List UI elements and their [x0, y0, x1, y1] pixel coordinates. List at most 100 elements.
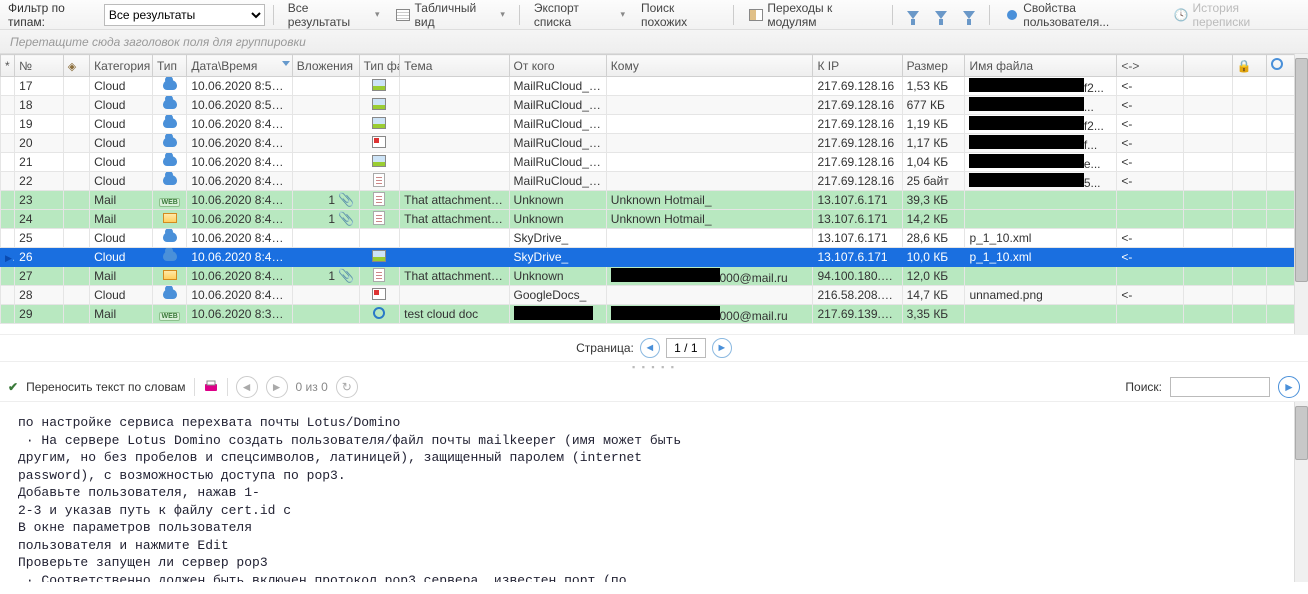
col-category[interactable]: Категория: [90, 55, 153, 77]
funnel-add-button[interactable]: [901, 9, 925, 21]
table-row[interactable]: 29MailWEB10.06.2020 8:39:57test cloud do…: [1, 305, 1308, 324]
cell-attach: 1 📎: [292, 210, 359, 229]
table-row[interactable]: 20Cloud10.06.2020 8:47:55MailRuCloud_te.…: [1, 134, 1308, 153]
col-filetype[interactable]: Тип фа: [359, 55, 400, 77]
print-button[interactable]: [203, 380, 219, 394]
picture-icon: [372, 288, 386, 300]
wrap-text-button[interactable]: Переносить текст по словам: [26, 380, 185, 394]
attachment-icon: 📎: [338, 268, 354, 283]
cell-from: [509, 305, 606, 324]
splitter[interactable]: ▪ ▪ ▪ ▪ ▪: [0, 362, 1308, 372]
message-preview[interactable]: по настройке сервиса перехвата почты Lot…: [0, 402, 1308, 582]
go-to-modules-button[interactable]: Переходы к модулям: [742, 0, 884, 31]
cloud-icon: [163, 118, 177, 128]
cell-filename: 5...: [965, 172, 1117, 191]
table-row[interactable]: 21Cloud10.06.2020 8:47:55MailRuCloud_te.…: [1, 153, 1308, 172]
cell-filename: f...: [965, 134, 1117, 153]
pager: Страница: ◄ ►: [0, 334, 1308, 362]
cell-to: [606, 115, 813, 134]
cell-datetime: 10.06.2020 8:47:55: [187, 115, 292, 134]
col-number[interactable]: №: [15, 55, 64, 77]
preview-scrollbar[interactable]: [1294, 402, 1308, 582]
col-attachments[interactable]: Вложения: [292, 55, 359, 77]
pager-input[interactable]: [666, 338, 706, 358]
image-icon: [372, 155, 386, 167]
col-star[interactable]: *: [1, 55, 15, 77]
col-direction[interactable]: <->: [1117, 55, 1184, 77]
col-to[interactable]: Кому: [606, 55, 813, 77]
cell-category: Mail: [90, 267, 153, 286]
cell-attach: [292, 286, 359, 305]
col-size[interactable]: Размер: [902, 55, 965, 77]
cell-category: Cloud: [90, 77, 153, 96]
person-icon: [1271, 58, 1283, 70]
table-row[interactable]: ▶26Cloud10.06.2020 8:46:47SkyDrive_13.10…: [1, 248, 1308, 267]
cell-category: Cloud: [90, 172, 153, 191]
cell-category: Cloud: [90, 134, 153, 153]
cell-subject: [400, 96, 509, 115]
table-row[interactable]: 25Cloud10.06.2020 8:46:47SkyDrive_13.107…: [1, 229, 1308, 248]
col-from[interactable]: От кого: [509, 55, 606, 77]
col-subject[interactable]: Тема: [400, 55, 509, 77]
find-similar-button[interactable]: Поиск похожих: [635, 0, 725, 31]
preview-refresh-button[interactable]: ↻: [336, 376, 358, 398]
col-lock[interactable]: 🔒: [1232, 55, 1266, 77]
cell-attach: [292, 153, 359, 172]
preview-next-button[interactable]: ►: [266, 376, 288, 398]
cell-attach: [292, 172, 359, 191]
table-row[interactable]: 17Cloud10.06.2020 8:59:05MailRuCloud_te.…: [1, 77, 1308, 96]
cell-dir: <-: [1117, 153, 1184, 172]
table-row[interactable]: 23MailWEB10.06.2020 8:46:471 📎That attac…: [1, 191, 1308, 210]
funnel-clear-button[interactable]: [957, 9, 981, 21]
cell-datetime: 10.06.2020 8:59:05: [187, 96, 292, 115]
cell-to: 000@mail.ru: [606, 267, 813, 286]
cloud-icon: [163, 232, 177, 242]
cell-subject: [400, 134, 509, 153]
cloud-icon: [163, 251, 177, 261]
cell-subject: test cloud doc: [400, 305, 509, 324]
col-datetime[interactable]: Дата\Время: [187, 55, 292, 77]
col-filename[interactable]: Имя файла: [965, 55, 1117, 77]
cell-attach: [292, 248, 359, 267]
search-input[interactable]: [1170, 377, 1270, 397]
col-type[interactable]: Тип: [152, 55, 186, 77]
cell-dir: [1117, 267, 1184, 286]
search-go-button[interactable]: ►: [1278, 376, 1300, 398]
cell-number: 21: [15, 153, 64, 172]
all-results-button[interactable]: Все результаты: [282, 0, 386, 31]
table-row[interactable]: 22Cloud10.06.2020 8:47:01MailRuCloud_te.…: [1, 172, 1308, 191]
pager-prev-button[interactable]: ◄: [640, 338, 660, 358]
cell-dir: <-: [1117, 134, 1184, 153]
col-tag[interactable]: ◈: [63, 55, 89, 77]
col-blank[interactable]: [1184, 55, 1233, 77]
export-list-button[interactable]: Экспорт списка: [528, 0, 631, 31]
funnel-remove-button[interactable]: [929, 9, 953, 21]
results-grid[interactable]: * № ◈ Категория Тип Дата\Время Вложения …: [0, 54, 1308, 334]
table-row[interactable]: 27Mail10.06.2020 8:46:401 📎That attachme…: [1, 267, 1308, 286]
attachment-icon: 📎: [338, 211, 354, 226]
col-ip[interactable]: К IP: [813, 55, 902, 77]
table-row[interactable]: 28Cloud10.06.2020 8:46:30GoogleDocs_216.…: [1, 286, 1308, 305]
group-by-bar[interactable]: Перетащите сюда заголовок поля для групп…: [0, 30, 1308, 54]
filter-type-select[interactable]: Все результаты: [104, 4, 265, 26]
cell-to: Unknown Hotmail_: [606, 191, 813, 210]
preview-prev-button[interactable]: ◄: [236, 376, 258, 398]
table-row[interactable]: 18Cloud10.06.2020 8:59:05MailRuCloud_te.…: [1, 96, 1308, 115]
cell-category: Cloud: [90, 248, 153, 267]
table-icon: [395, 7, 410, 23]
table-row[interactable]: 24Mail10.06.2020 8:46:471 📎That attachme…: [1, 210, 1308, 229]
filter-label: Фильтр по типам:: [8, 1, 100, 29]
cell-number: 26: [15, 248, 64, 267]
cell-dir: <-: [1117, 115, 1184, 134]
table-row[interactable]: 19Cloud10.06.2020 8:47:55MailRuCloud_te.…: [1, 115, 1308, 134]
grid-scrollbar[interactable]: [1294, 54, 1308, 334]
check-icon: ✔: [8, 380, 18, 394]
cloud-icon: [163, 99, 177, 109]
table-view-button[interactable]: Табличный вид: [389, 0, 510, 31]
user-properties-button[interactable]: Свойства пользователя...: [998, 0, 1163, 31]
pager-next-button[interactable]: ►: [712, 338, 732, 358]
image-icon: [372, 250, 386, 262]
grid-header[interactable]: * № ◈ Категория Тип Дата\Время Вложения …: [1, 55, 1308, 77]
cell-dir: <-: [1117, 286, 1184, 305]
cell-dir: <-: [1117, 96, 1184, 115]
